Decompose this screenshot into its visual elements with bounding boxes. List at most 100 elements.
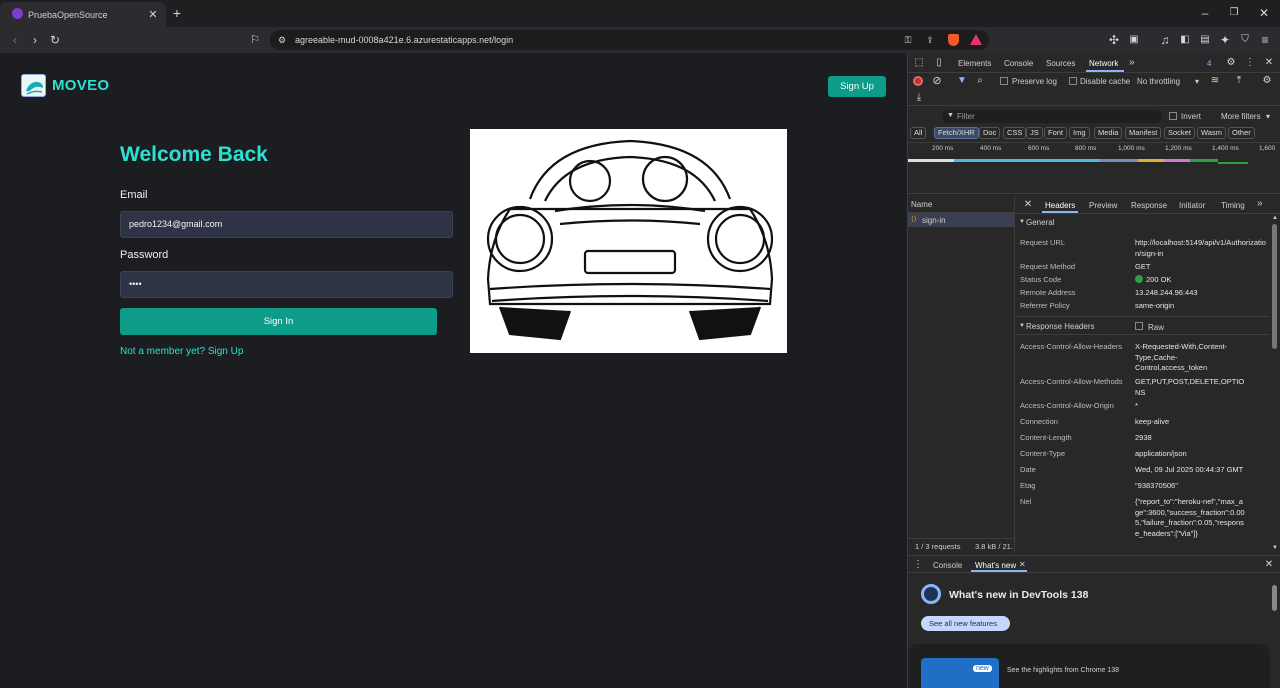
close-details-icon[interactable]: ✕ (1021, 198, 1035, 212)
filter-icon[interactable]: ▼ (955, 74, 969, 88)
drawer-menu-icon[interactable]: ⋮ (911, 558, 925, 572)
header-key: Status Code (1020, 275, 1062, 284)
tab-headers[interactable]: Headers (1045, 201, 1075, 210)
wallet-icon[interactable]: ▤ (1198, 33, 1212, 47)
menu-icon[interactable]: ≡ (1258, 33, 1272, 47)
more-tabs-icon[interactable]: » (1129, 57, 1135, 68)
kebab-icon[interactable]: ⋮ (1243, 56, 1257, 70)
drawer-tab-whatsnew[interactable]: What's new (975, 561, 1016, 570)
more-filters-dropdown-icon[interactable]: ▾ (1266, 112, 1270, 121)
upload-icon[interactable]: ⤒ (1232, 74, 1246, 88)
disable-cache-checkbox[interactable] (1069, 77, 1077, 85)
filter-other[interactable]: Other (1228, 127, 1255, 139)
scroll-up-icon[interactable]: ▲ (1272, 215, 1278, 221)
invert-label: Invert (1181, 112, 1202, 121)
password-field[interactable]: •••• (120, 271, 453, 298)
close-whatsnew-icon[interactable]: ✕ (1019, 560, 1026, 569)
reload-icon[interactable]: ↻ (48, 33, 62, 47)
media-icon[interactable]: ♫ (1158, 33, 1172, 47)
search-icon[interactable]: ⌕ (973, 74, 987, 88)
share-icon[interactable]: ⇪ (923, 33, 937, 47)
minimize-icon[interactable]: – (1198, 6, 1212, 20)
scroll-down-icon[interactable]: ▼ (1272, 545, 1278, 551)
vpn-icon[interactable]: ⛉ (1238, 33, 1252, 47)
filter-js[interactable]: JS (1026, 127, 1043, 139)
bookmark-icon[interactable]: ⚐ (248, 33, 262, 47)
details-scrollbar[interactable] (1272, 224, 1277, 349)
preserve-log-checkbox[interactable] (1000, 77, 1008, 85)
filter-manifest[interactable]: Manifest (1125, 127, 1162, 139)
tab-preview[interactable]: Preview (1089, 201, 1117, 210)
more-detail-tabs-icon[interactable]: » (1257, 198, 1263, 209)
close-devtools-icon[interactable]: ✕ (1262, 56, 1276, 70)
extensions-icon[interactable]: ✣ (1107, 33, 1121, 47)
key-icon[interactable]: ⚿ (901, 33, 915, 47)
name-column-header[interactable]: Name (911, 200, 932, 209)
filter-font[interactable]: Font (1044, 127, 1068, 139)
signup-button[interactable]: Sign Up (828, 76, 886, 97)
device-toggle-icon[interactable]: ▯ (932, 56, 946, 70)
response-section-title[interactable]: Response Headers (1026, 322, 1094, 331)
close-window-icon[interactable]: ✕ (1257, 6, 1271, 20)
restore-icon[interactable]: ❐ (1227, 6, 1241, 20)
back-icon[interactable]: ‹ (8, 33, 22, 47)
tab-initiator[interactable]: Initiator (1179, 201, 1205, 210)
tab-console[interactable]: Console (1004, 59, 1033, 68)
tab-timing[interactable]: Timing (1221, 201, 1245, 210)
close-tab-icon[interactable]: ✕ (146, 8, 160, 22)
inspect-icon[interactable]: ⬚ (912, 56, 926, 70)
site-info-icon[interactable]: ⚙ (275, 33, 289, 47)
close-drawer-icon[interactable]: ✕ (1262, 558, 1276, 572)
throttling-dropdown-icon[interactable]: ▾ (1195, 77, 1199, 86)
filter-input[interactable] (942, 110, 1162, 123)
request-row[interactable]: ⟨⟩ sign-in (908, 213, 1014, 227)
tab-network[interactable]: Network (1089, 59, 1118, 68)
column-divider (1014, 196, 1015, 553)
reader-icon[interactable]: ▣ (1127, 33, 1141, 47)
filter-socket[interactable]: Socket (1164, 127, 1195, 139)
header-value: application/json (1135, 449, 1187, 458)
throttling-select[interactable]: No throttling (1137, 77, 1180, 86)
invert-checkbox[interactable] (1169, 112, 1177, 120)
record-icon[interactable] (913, 76, 923, 86)
tab-elements[interactable]: Elements (958, 59, 991, 68)
rewards-icon[interactable] (970, 34, 982, 45)
response-section-toggle[interactable]: ▼ (1019, 323, 1025, 329)
more-filters-button[interactable]: More filters (1221, 112, 1261, 121)
browser-tab[interactable]: PruebaOpenSource ✕ (0, 2, 166, 27)
filter-css[interactable]: CSS (1003, 127, 1027, 139)
drawer-scrollbar[interactable] (1272, 585, 1277, 611)
address-bar[interactable]: ⚙ agreeable-mud-0008a421e.6.azurestatica… (270, 30, 989, 50)
signup-link[interactable]: Not a member yet? Sign Up (120, 346, 243, 357)
see-all-features-button[interactable]: See all new features (921, 616, 1010, 631)
filter-img[interactable]: Img (1069, 127, 1090, 139)
tab-response[interactable]: Response (1131, 201, 1167, 210)
email-field[interactable]: pedro1234@gmail.com (120, 211, 453, 238)
raw-checkbox[interactable] (1135, 322, 1143, 330)
preserve-log-label: Preserve log (1012, 77, 1057, 86)
new-tab-button[interactable]: + (170, 6, 184, 20)
general-section-toggle[interactable]: ▼ (1019, 219, 1025, 225)
download-icon[interactable]: ⤓ (912, 91, 926, 105)
filter-doc[interactable]: Doc (979, 127, 1001, 139)
clear-icon[interactable]: ⊘ (930, 74, 944, 88)
sidebar-icon[interactable]: ◧ (1178, 33, 1192, 47)
filter-wasm[interactable]: Wasm (1197, 127, 1226, 139)
signin-button[interactable]: Sign In (120, 308, 437, 335)
issues-badge[interactable]: 4 (1207, 59, 1211, 68)
filter-all[interactable]: All (910, 127, 927, 139)
filter-fetch-xhr[interactable]: Fetch/XHR (934, 127, 979, 139)
drawer-tab-console[interactable]: Console (933, 561, 962, 570)
network-conditions-icon[interactable]: ≋ (1208, 74, 1222, 88)
forward-icon[interactable]: › (28, 33, 42, 47)
general-section-title[interactable]: General (1026, 218, 1054, 227)
leo-ai-icon[interactable]: ✦ (1218, 33, 1232, 47)
brave-shield-icon[interactable] (948, 34, 959, 46)
xhr-icon: ⟨⟩ (911, 216, 917, 223)
tab-sources[interactable]: Sources (1046, 59, 1075, 68)
filter-media[interactable]: Media (1094, 127, 1123, 139)
network-settings-icon[interactable]: ⚙ (1260, 74, 1274, 88)
tick-label: 600 ms (1028, 145, 1050, 152)
settings-icon[interactable]: ⚙ (1224, 56, 1238, 70)
divider (1015, 316, 1270, 317)
